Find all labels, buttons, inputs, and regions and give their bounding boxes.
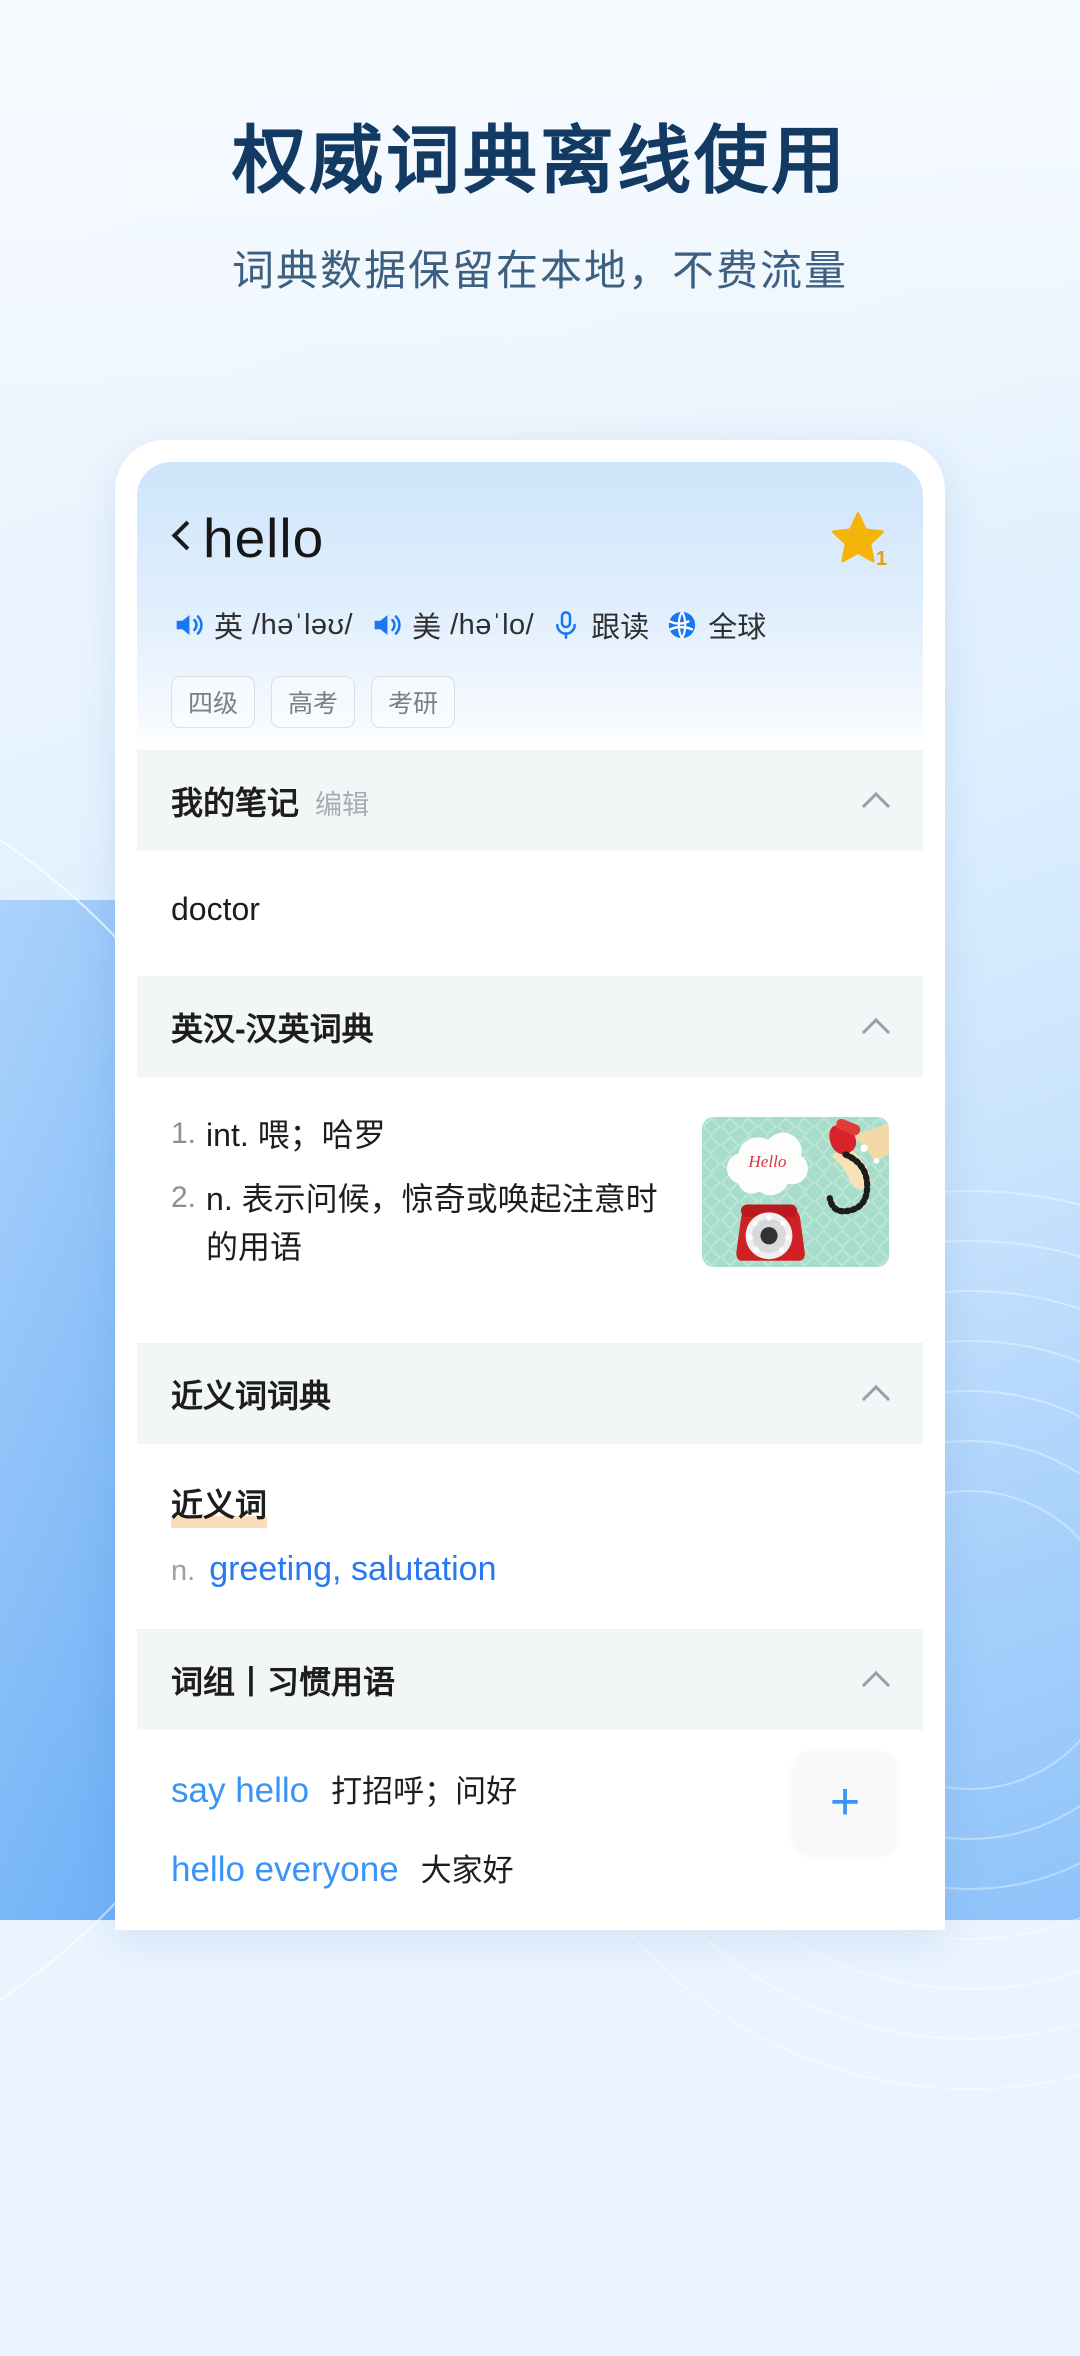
tag-gaokao[interactable]: 高考 (271, 676, 356, 728)
edit-note-link[interactable]: 编辑 (315, 783, 369, 822)
promo-title: 权威词典离线使用 (232, 119, 848, 202)
section-header-phrases[interactable]: 词组丨习惯用语 (137, 1629, 923, 1730)
follow-read-button[interactable]: 跟读 (550, 604, 649, 646)
favorite-count-badge: 1 (875, 548, 887, 570)
chevron-up-icon[interactable] (863, 1667, 889, 1693)
phrase-english[interactable]: say hello (171, 1771, 309, 1811)
note-content: doctor (171, 891, 260, 927)
plus-icon: + (829, 1773, 861, 1831)
tag-kaoyan[interactable]: 考研 (371, 676, 456, 728)
pronunciation-uk[interactable]: 英 /həˈləʊ/ (171, 604, 353, 646)
word-title: hello (203, 507, 325, 569)
definition-meaning: 喂；哈罗 (257, 1117, 386, 1153)
chevron-up-icon[interactable] (863, 1381, 889, 1407)
definition-text: int. 喂；哈罗 (206, 1111, 386, 1159)
illustration-svg: Hello (702, 1117, 889, 1267)
synonym-label-wrap: 近义词 (171, 1480, 268, 1528)
word-header: hello 1 英 /həˈləʊ/ 美 /həˈlo/ 跟读 全球 四级 高考… (137, 462, 923, 750)
definition-list: 1. int. 喂；哈罗 2. n. 表示问候，惊奇或唤起注意时的用语 (171, 1111, 684, 1287)
phrase-chinese: 打招呼；问好 (331, 1774, 518, 1809)
section-header-left: 我的笔记 编辑 (171, 778, 369, 824)
follow-read-label: 跟读 (591, 612, 650, 644)
synonym-pos: n. (171, 1555, 196, 1587)
pronunciation-us[interactable]: 美 /həˈlo/ (369, 604, 534, 646)
promo-headline-block: 权威词典离线使用 词典数据保留在本地，不费流量 (0, 120, 1080, 298)
favorite-star-button[interactable]: 1 (827, 507, 889, 570)
definition-number: 2. (171, 1181, 197, 1214)
section-title: 我的笔记 (171, 785, 300, 821)
tag-cet4[interactable]: 四级 (171, 676, 256, 728)
definition-pos: n. (206, 1181, 233, 1217)
phrase-item[interactable]: say hello 打招呼；问好 (171, 1766, 889, 1811)
definition-item: 2. n. 表示问候，惊奇或唤起注意时的用语 (171, 1175, 684, 1271)
global-button[interactable]: 全球 (665, 604, 766, 646)
word-title-row: hello 1 (171, 506, 889, 570)
section-header-left: 近义词词典 (171, 1371, 331, 1417)
uk-label: 英 (214, 612, 244, 644)
definition-text: n. 表示问候，惊奇或唤起注意时的用语 (206, 1175, 684, 1271)
add-button[interactable]: + (795, 1752, 895, 1852)
definition-pos: int. (206, 1117, 249, 1153)
synonym-label: 近义词 (171, 1487, 268, 1523)
section-header-left: 英汉-汉英词典 (171, 1004, 374, 1050)
word-title-left: hello (171, 506, 324, 570)
dictionary-content: 1. int. 喂；哈罗 2. n. 表示问候，惊奇或唤起注意时的用语 Hell… (137, 1077, 923, 1343)
hello-rotary-phone-image[interactable]: Hello (702, 1117, 889, 1267)
synonym-words[interactable]: greeting, salutation (209, 1550, 496, 1589)
section-header-synonyms[interactable]: 近义词词典 (137, 1343, 923, 1444)
chevron-up-icon[interactable] (863, 1014, 889, 1040)
phonetics-row: 英 /həˈləʊ/ 美 /həˈlo/ 跟读 全球 (171, 604, 889, 646)
phrases-content: say hello 打招呼；问好 hello everyone 大家好 + (137, 1730, 923, 1930)
chevron-up-icon[interactable] (863, 788, 889, 814)
svg-text:Hello: Hello (747, 1152, 786, 1171)
phone-screen: hello 1 英 /həˈləʊ/ 美 /həˈlo/ 跟读 全球 四级 高考… (137, 462, 923, 1930)
definition-meaning: 表示问候，惊奇或唤起注意时的用语 (206, 1181, 658, 1265)
synonyms-content: 近义词 n. greeting, salutation (137, 1444, 923, 1629)
global-label: 全球 (708, 612, 767, 644)
section-title: 英汉-汉英词典 (171, 1011, 374, 1047)
section-title: 近义词词典 (171, 1378, 332, 1414)
promo-subtitle: 词典数据保留在本地，不费流量 (231, 247, 848, 295)
speaker-icon (176, 615, 203, 635)
phrase-chinese: 大家好 (420, 1853, 514, 1888)
us-ipa: /həˈlo/ (450, 608, 535, 641)
globe-icon (669, 611, 696, 639)
exam-tags: 四级 高考 考研 (171, 676, 889, 728)
phone-mockup: hello 1 英 /həˈləʊ/ 美 /həˈlo/ 跟读 全球 四级 高考… (115, 440, 945, 1930)
section-header-left: 词组丨习惯用语 (171, 1657, 395, 1703)
section-header-my-notes[interactable]: 我的笔记 编辑 (137, 750, 923, 851)
uk-ipa: /həˈləʊ/ (252, 608, 354, 641)
phrase-english[interactable]: hello everyone (171, 1850, 399, 1890)
section-header-ec-dictionary[interactable]: 英汉-汉英词典 (137, 976, 923, 1077)
synonym-row: n. greeting, salutation (171, 1550, 889, 1589)
us-label: 美 (412, 612, 442, 644)
definition-number: 1. (171, 1117, 197, 1150)
back-chevron-icon[interactable] (171, 521, 191, 555)
definition-item: 1. int. 喂；哈罗 (171, 1111, 684, 1159)
section-title: 词组丨习惯用语 (171, 1664, 396, 1700)
microphone-icon (556, 611, 577, 639)
phrase-item[interactable]: hello everyone 大家好 (171, 1845, 889, 1890)
speaker-icon (374, 615, 401, 635)
